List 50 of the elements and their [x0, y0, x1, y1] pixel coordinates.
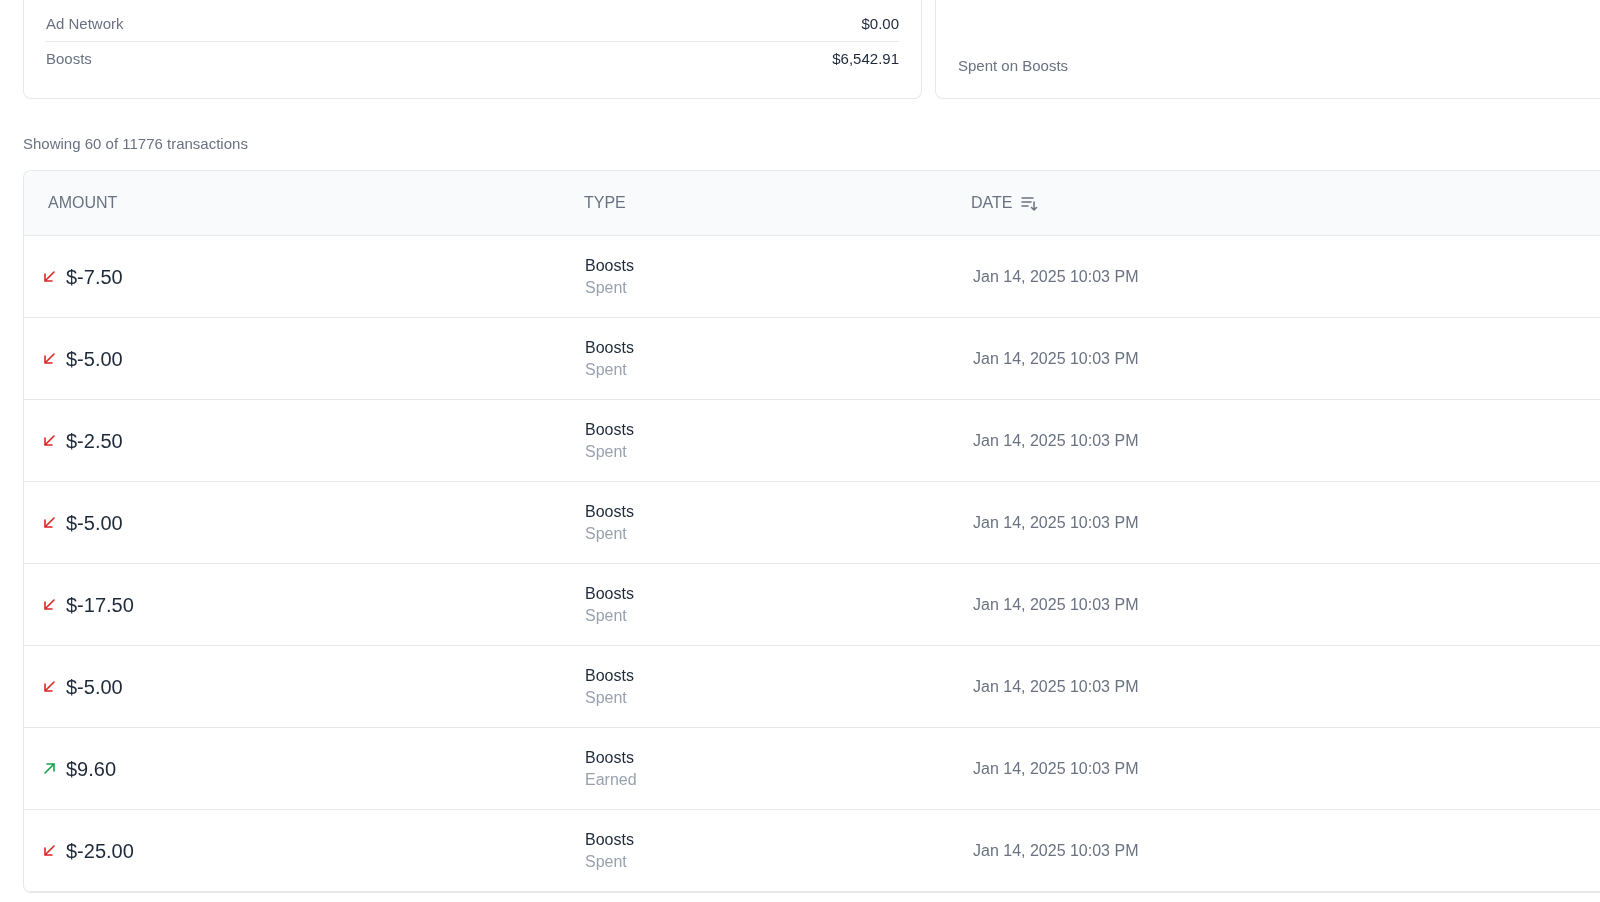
type-text: Boosts	[585, 665, 635, 686]
arrow-down-left-icon	[43, 434, 56, 447]
amount-text: $-7.50	[66, 264, 123, 290]
arrow-down-left-icon	[43, 844, 56, 857]
column-header[interactable]: TYPE	[584, 191, 626, 215]
subtype-text: Earned	[585, 769, 638, 790]
breakdown-value: $0.00	[861, 13, 899, 34]
arrow-down-left-icon	[43, 516, 56, 529]
amount-text: $-2.50	[66, 428, 123, 454]
amount-text: $-5.00	[66, 674, 123, 700]
stat-caption: Spent on Boosts	[958, 57, 1069, 74]
breakdown-value: $6,542.91	[832, 49, 899, 70]
date-text: Jan 14, 2025 10:03 PM	[973, 349, 1139, 367]
type-text: Boosts	[585, 337, 635, 358]
subtype-text: Spent	[585, 441, 628, 462]
type-text: Boosts	[585, 829, 635, 850]
amount-text: $9.60	[66, 756, 117, 782]
date-text: Jan 14, 2025 10:03 PM	[973, 267, 1139, 285]
summary-text: Showing 60 of 11776 transactions	[23, 135, 248, 152]
amount-text: $-25.00	[66, 838, 134, 864]
amount-text: $-5.00	[66, 346, 123, 372]
subtype-text: Spent	[585, 687, 628, 708]
date-text: Jan 14, 2025 10:03 PM	[973, 431, 1139, 449]
arrow-down-left-icon	[43, 680, 56, 693]
type-text: Boosts	[585, 583, 635, 604]
date-text: Jan 14, 2025 10:03 PM	[973, 841, 1139, 859]
arrow-down-left-icon	[43, 270, 56, 283]
arrow-down-left-icon	[43, 352, 56, 365]
breakdown-label: Boosts	[46, 49, 92, 70]
subtype-text: Spent	[585, 277, 628, 298]
sort-icon[interactable]	[1020, 194, 1039, 212]
type-text: Boosts	[585, 419, 635, 440]
breakdown-label: Ad Network	[46, 13, 124, 34]
subtype-text: Spent	[585, 523, 628, 544]
subtype-text: Spent	[585, 851, 628, 872]
subtype-text: Spent	[585, 359, 628, 380]
date-text: Jan 14, 2025 10:03 PM	[973, 677, 1139, 695]
amount-text: $-5.00	[66, 510, 123, 536]
type-text: Boosts	[585, 501, 635, 522]
arrow-down-left-icon	[43, 598, 56, 611]
date-text: Jan 14, 2025 10:03 PM	[973, 759, 1139, 777]
column-header[interactable]: AMOUNT	[48, 191, 118, 215]
type-text: Boosts	[585, 255, 635, 276]
subtype-text: Spent	[585, 605, 628, 626]
date-text: Jan 14, 2025 10:03 PM	[973, 595, 1139, 613]
column-header[interactable]: DATE	[971, 191, 1013, 215]
arrow-up-right-icon	[43, 762, 56, 775]
type-text: Boosts	[585, 747, 635, 768]
date-text: Jan 14, 2025 10:03 PM	[973, 513, 1139, 531]
amount-text: $-17.50	[66, 592, 134, 618]
